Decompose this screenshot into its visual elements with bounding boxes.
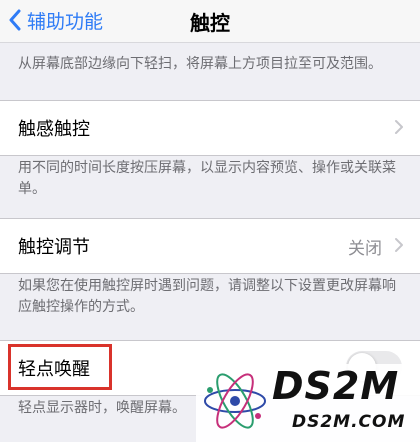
watermark-subtext: DS2M.COM xyxy=(292,412,406,432)
nav-bar: 辅助功能 触控 xyxy=(0,0,420,43)
touch-accommodations-label: 触控调节 xyxy=(18,237,90,258)
watermark: DS2M DS2M.COM xyxy=(196,364,420,442)
watermark-text: DS2M xyxy=(272,364,400,408)
chevron-right-icon xyxy=(395,238,403,252)
highlight-box xyxy=(8,344,112,390)
touch-accommodations-cell[interactable]: 触控调节 关闭 xyxy=(0,218,420,274)
touch-accommodations-value: 关闭 xyxy=(348,239,382,259)
swipe-note: 从屏幕底部边缘向下轻扫，将屏幕上方项目拉至可及范围。 xyxy=(18,56,382,72)
haptic-touch-note: 用不同的时间长度按压屏幕，以显示内容预览、操作或关联菜单。 xyxy=(18,160,396,197)
haptic-touch-label: 触感触控 xyxy=(18,119,90,140)
page-title: 触控 xyxy=(190,11,230,35)
touch-accommodations-note: 如果您在使用触控屏时遇到问题，请调整以下设置更改屏幕响应触控操作的方式。 xyxy=(18,278,396,315)
atom-logo-icon xyxy=(204,373,266,429)
haptic-touch-cell[interactable]: 触感触控 xyxy=(0,100,420,156)
chevron-right-icon xyxy=(395,120,403,134)
